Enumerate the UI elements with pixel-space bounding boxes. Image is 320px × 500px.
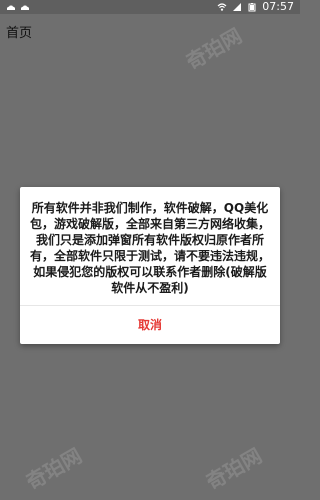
disclaimer-dialog: 所有软件并非我们制作，软件破解，QQ美化包，游戏破解版，全部来自第三方网络收集，… bbox=[20, 187, 280, 344]
android-icon bbox=[6, 2, 16, 12]
watermark: 奇珀网 bbox=[202, 443, 266, 495]
android-icon bbox=[20, 2, 30, 12]
page-title: 首页 bbox=[6, 26, 33, 41]
battery-icon bbox=[247, 2, 257, 12]
status-bar: 07:57 bbox=[0, 0, 300, 14]
status-right: 07:57 bbox=[217, 0, 294, 14]
app-screen: 07:57 首页 奇珀网 奇珀网 奇珀网 所有软件并非我们制作，软件破解，QQ美… bbox=[0, 0, 300, 500]
wifi-icon bbox=[217, 2, 227, 12]
cancel-button[interactable]: 取消 bbox=[20, 305, 280, 344]
watermark: 奇珀网 bbox=[182, 23, 246, 75]
status-left bbox=[6, 2, 30, 12]
signal-icon bbox=[232, 2, 242, 12]
watermark: 奇珀网 bbox=[22, 443, 86, 495]
dialog-message: 所有软件并非我们制作，软件破解，QQ美化包，游戏破解版，全部来自第三方网络收集，… bbox=[30, 201, 271, 295]
status-time: 07:57 bbox=[262, 0, 294, 13]
